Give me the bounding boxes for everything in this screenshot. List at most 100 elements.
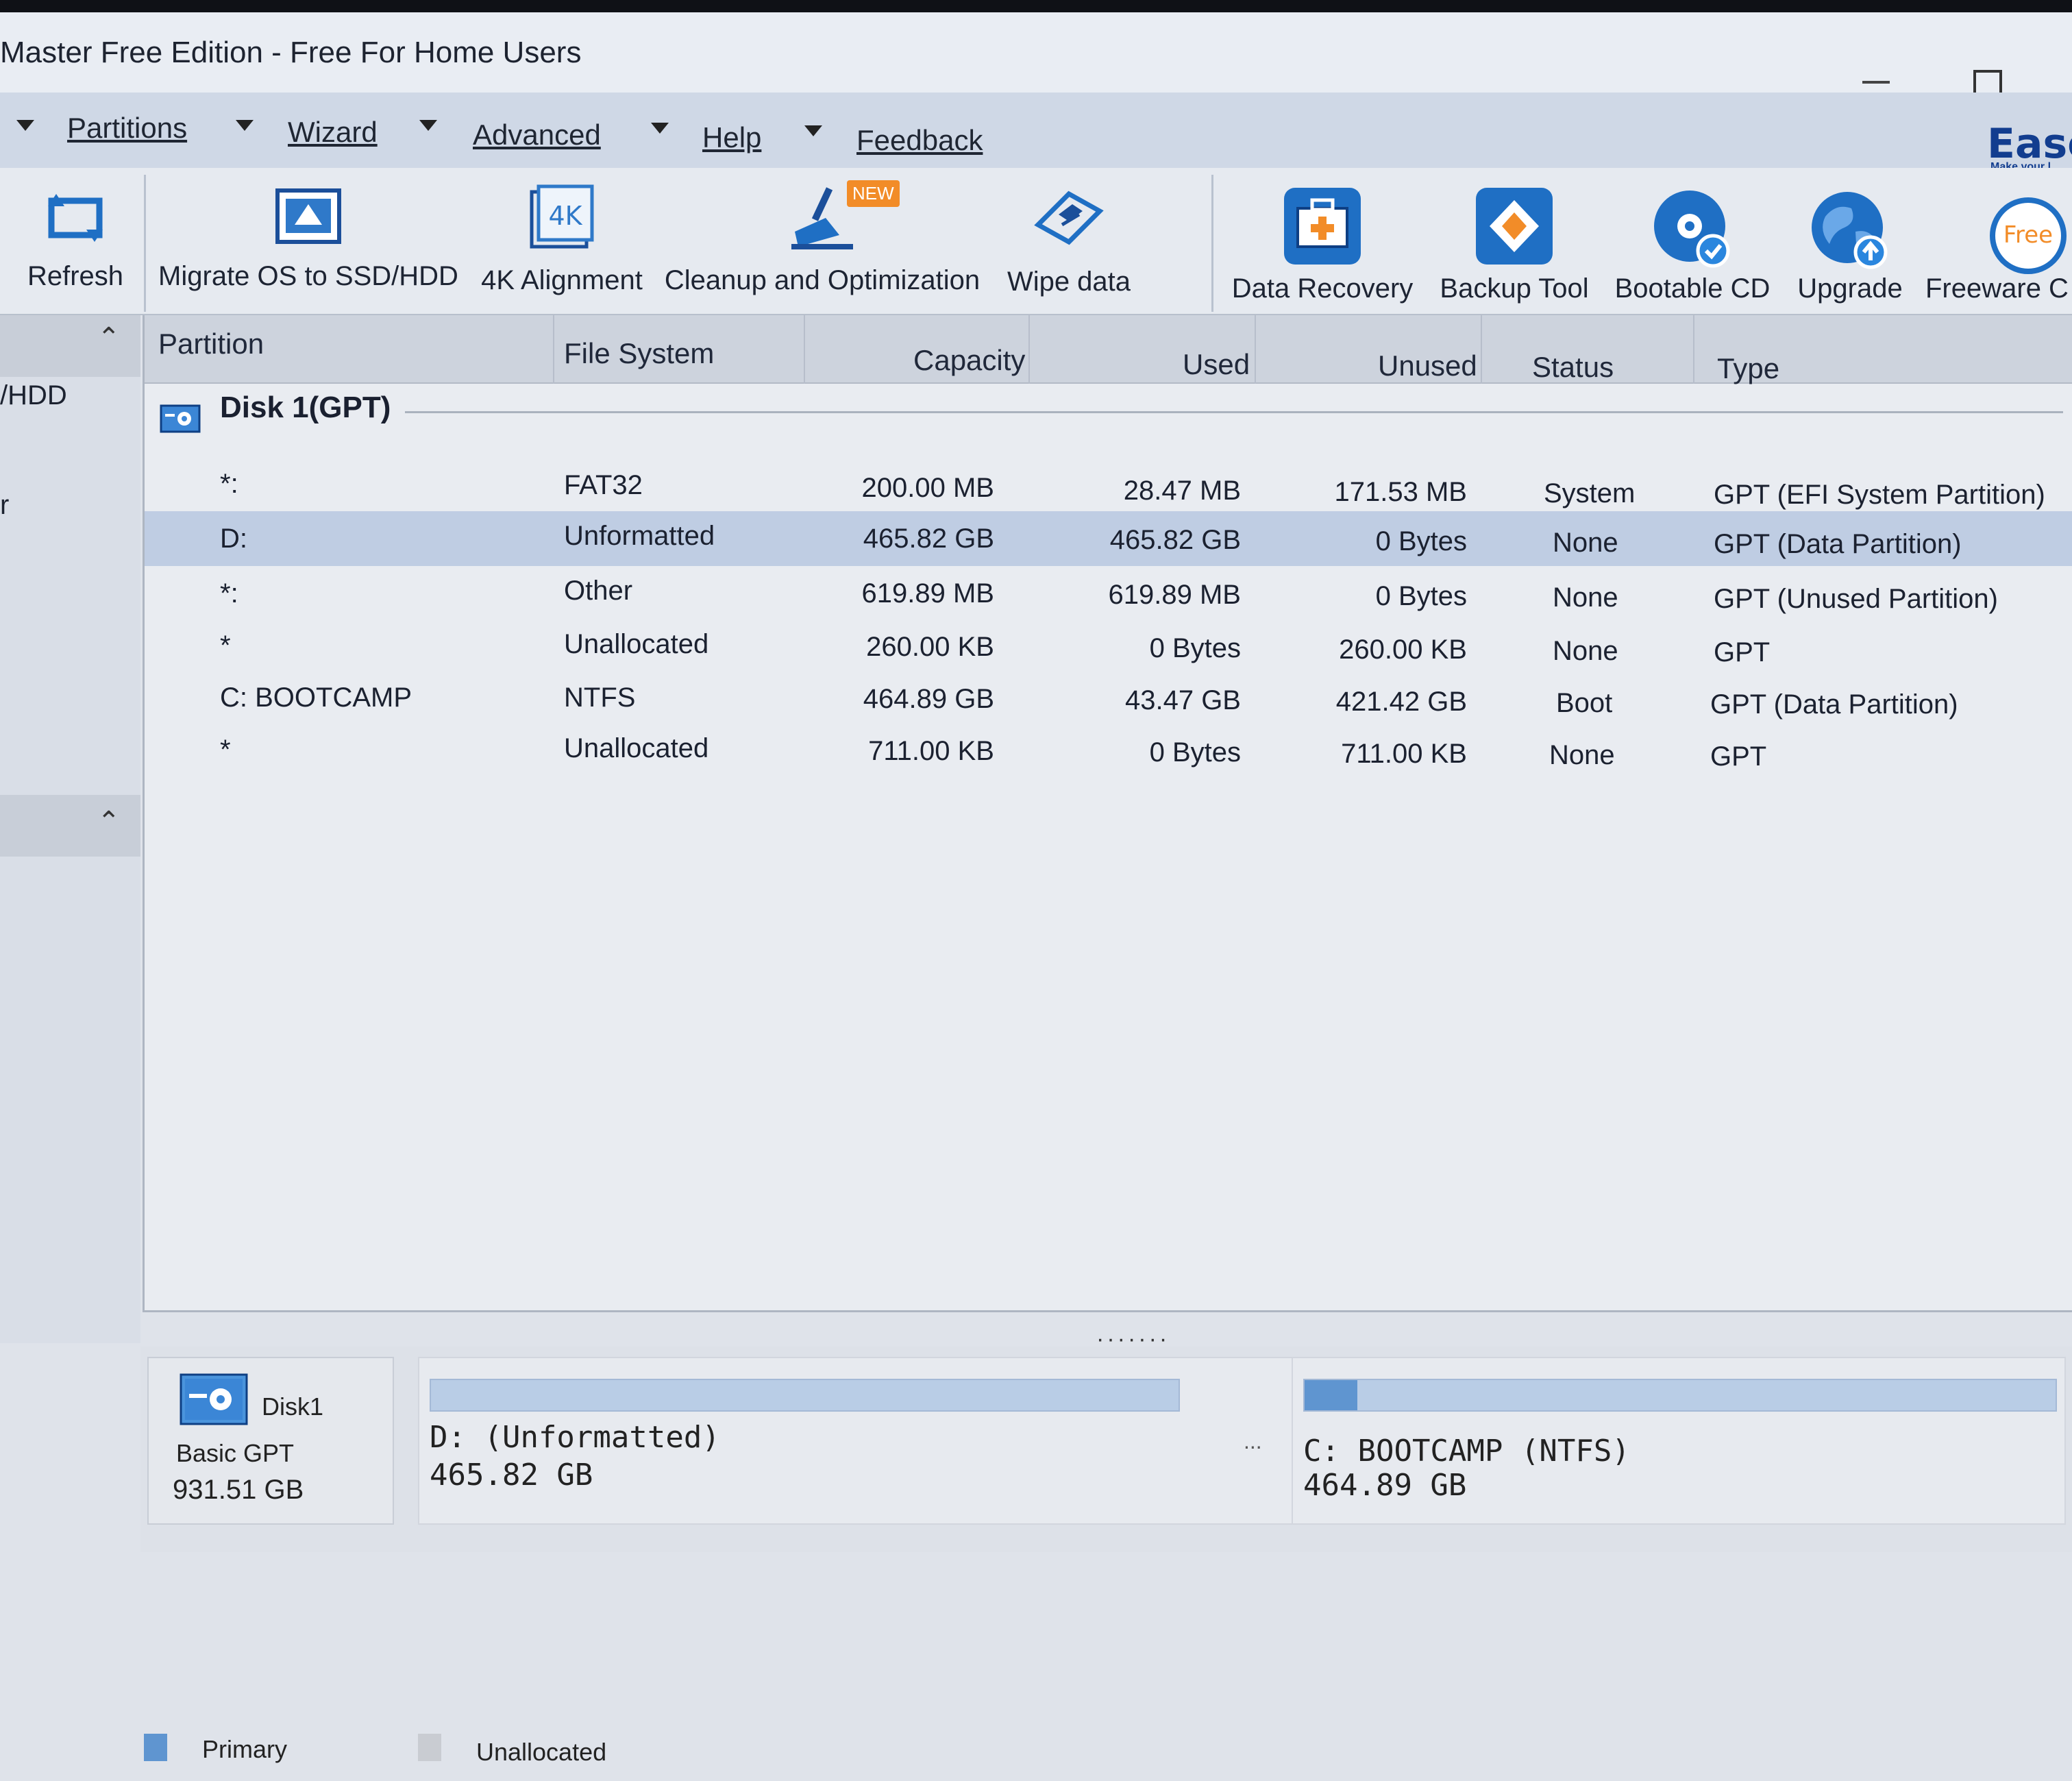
cell-partition: * bbox=[220, 735, 231, 765]
column-header-status[interactable]: Status bbox=[1532, 351, 1614, 384]
refresh-button[interactable]: Refresh bbox=[14, 168, 137, 315]
window-title: Master Free Edition - Free For Home User… bbox=[0, 36, 582, 69]
chevron-down-icon[interactable] bbox=[651, 123, 669, 134]
legend-swatch-primary bbox=[144, 1734, 167, 1761]
cell-used: 28.47 MB bbox=[1123, 476, 1241, 506]
bootable-cd-label: Bootable CD bbox=[1614, 273, 1771, 304]
broom-icon: NEW bbox=[781, 180, 900, 256]
cell-status: None bbox=[1549, 740, 1615, 770]
cell-unused: 421.42 GB bbox=[1335, 687, 1467, 717]
chevron-down-icon[interactable] bbox=[236, 120, 254, 131]
cell-used: 465.82 GB bbox=[1109, 525, 1241, 555]
freeware-button[interactable]: Free Freeware C bbox=[1925, 168, 2072, 315]
cell-status: System bbox=[1544, 478, 1636, 508]
wipe-data-button[interactable]: Wipe data bbox=[994, 168, 1144, 315]
table-row-selected[interactable]: D: Unformatted 465.82 GB 465.82 GB 0 Byt… bbox=[145, 511, 2072, 566]
column-header-used[interactable]: Used bbox=[1183, 348, 1250, 381]
minimize-button[interactable] bbox=[1862, 52, 1890, 84]
partition-block-d[interactable]: D: (Unformatted) 465.82 GB bbox=[418, 1357, 1350, 1525]
bootable-cd-button[interactable]: Bootable CD bbox=[1607, 168, 1778, 315]
cell-status: None bbox=[1553, 582, 1618, 613]
upgrade-label: Upgrade bbox=[1797, 273, 1903, 304]
menu-wizard[interactable]: Wizard bbox=[288, 116, 378, 149]
column-divider[interactable] bbox=[1028, 315, 1030, 384]
cell-type: GPT bbox=[1710, 741, 1767, 772]
table-row[interactable]: *: Other 619.89 MB 619.89 MB 0 Bytes Non… bbox=[145, 566, 2072, 618]
alignment-4k-button[interactable]: 4K 4K Alignment bbox=[473, 168, 651, 315]
migrate-os-button[interactable]: Migrate OS to SSD/HDD bbox=[158, 168, 459, 315]
data-recovery-label: Data Recovery bbox=[1231, 273, 1414, 304]
cell-partition: * bbox=[220, 630, 231, 661]
globe-upgrade-icon bbox=[1809, 192, 1891, 269]
partition-separator: ... bbox=[1244, 1429, 1262, 1453]
toolbar-divider bbox=[1211, 175, 1213, 312]
column-divider[interactable] bbox=[553, 315, 554, 384]
cell-unused: 711.00 KB bbox=[1341, 739, 1467, 769]
cell-file-system: Unformatted bbox=[564, 521, 715, 551]
table-row[interactable]: * Unallocated 260.00 KB 0 Bytes 260.00 K… bbox=[145, 618, 2072, 670]
disk-icon bbox=[160, 404, 201, 433]
column-divider[interactable] bbox=[1255, 315, 1256, 384]
divider bbox=[405, 411, 2063, 413]
column-header-unused[interactable]: Unused bbox=[1378, 349, 1477, 382]
sidebar-section-header[interactable]: ⌃ bbox=[0, 795, 140, 857]
cell-unused: 0 Bytes bbox=[1375, 581, 1467, 611]
column-divider[interactable] bbox=[1481, 315, 1482, 384]
sidebar-section-header[interactable]: ⌃ bbox=[0, 315, 140, 377]
cell-partition: *: bbox=[220, 578, 238, 609]
cell-type: GPT (Unused Partition) bbox=[1714, 584, 1998, 614]
chevron-down-icon[interactable] bbox=[804, 125, 822, 136]
cell-capacity: 711.00 KB bbox=[868, 736, 994, 766]
chevron-down-icon[interactable] bbox=[419, 120, 437, 131]
first-aid-kit-icon bbox=[1281, 188, 1364, 265]
menu-help[interactable]: Help bbox=[702, 121, 761, 154]
toolbar: Refresh Migrate OS to SSD/HDD 4K 4K Alig… bbox=[0, 168, 2072, 315]
menu-advanced[interactable]: Advanced bbox=[473, 119, 601, 151]
disk-group-row[interactable] bbox=[145, 384, 2072, 459]
legend-swatch-unallocated bbox=[418, 1734, 441, 1761]
refresh-label: Refresh bbox=[27, 261, 124, 291]
table-row[interactable]: *: FAT32 200.00 MB 28.47 MB 171.53 MB Sy… bbox=[145, 459, 2072, 511]
cell-type: GPT (Data Partition) bbox=[1710, 689, 1958, 720]
sidebar-item-migrate[interactable]: /HDD bbox=[0, 380, 67, 411]
new-badge: NEW bbox=[847, 180, 900, 207]
partition-block-c[interactable]: C: BOOTCAMP (NTFS) 464.89 GB bbox=[1292, 1357, 2066, 1525]
menu-feedback[interactable]: Feedback bbox=[856, 124, 983, 157]
cell-unused: 0 Bytes bbox=[1375, 526, 1467, 556]
disk-type: Basic GPT bbox=[176, 1439, 295, 1467]
cell-status: None bbox=[1553, 528, 1618, 558]
table-row[interactable]: C: BOOTCAMP NTFS 464.89 GB 43.47 GB 421.… bbox=[145, 670, 2072, 722]
partition-usage-bar bbox=[430, 1379, 1180, 1412]
alignment-4k-icon-text: 4K bbox=[548, 201, 582, 231]
collapse-chevron-icon[interactable]: ⌃ bbox=[97, 324, 121, 352]
column-divider[interactable] bbox=[1693, 315, 1694, 384]
left-sidebar: ⌃ ⌃ bbox=[0, 315, 140, 1343]
upgrade-button[interactable]: Upgrade bbox=[1781, 168, 1919, 315]
column-header-type[interactable]: Type bbox=[1717, 352, 1779, 385]
cell-unused: 260.00 KB bbox=[1339, 635, 1467, 665]
cell-type: GPT (EFI System Partition) bbox=[1714, 480, 2045, 510]
cell-used: 43.47 GB bbox=[1124, 685, 1241, 715]
refresh-icon bbox=[34, 180, 116, 256]
freeware-icon: Free bbox=[1987, 197, 2069, 274]
table-row[interactable]: * Unallocated 711.00 KB 0 Bytes 711.00 K… bbox=[145, 722, 2072, 774]
column-header-partition[interactable]: Partition bbox=[158, 328, 264, 360]
data-recovery-button[interactable]: Data Recovery bbox=[1226, 168, 1418, 315]
column-header-capacity[interactable]: Capacity bbox=[913, 344, 1025, 377]
menu-partitions[interactable]: Partitions bbox=[67, 112, 187, 145]
cell-capacity: 464.89 GB bbox=[863, 684, 994, 714]
disk-card[interactable]: Disk1 Basic GPT 931.51 GB bbox=[147, 1357, 394, 1525]
cell-capacity: 619.89 MB bbox=[861, 578, 994, 609]
legend: Primary Unallocated bbox=[0, 1699, 2072, 1781]
backup-tool-icon bbox=[1473, 188, 1555, 265]
collapse-chevron-icon[interactable]: ⌃ bbox=[97, 808, 121, 835]
backup-tool-button[interactable]: Backup Tool bbox=[1432, 168, 1596, 315]
column-divider[interactable] bbox=[804, 315, 805, 384]
sidebar-item-partial[interactable]: r bbox=[0, 490, 9, 521]
cell-file-system: Other bbox=[564, 576, 633, 606]
cell-type: GPT (Data Partition) bbox=[1714, 529, 1962, 559]
cleanup-button[interactable]: NEW Cleanup and Optimization bbox=[665, 168, 980, 315]
column-header-file-system[interactable]: File System bbox=[564, 337, 714, 370]
chevron-down-icon[interactable] bbox=[16, 120, 34, 131]
cell-partition: C: BOOTCAMP bbox=[220, 683, 412, 713]
